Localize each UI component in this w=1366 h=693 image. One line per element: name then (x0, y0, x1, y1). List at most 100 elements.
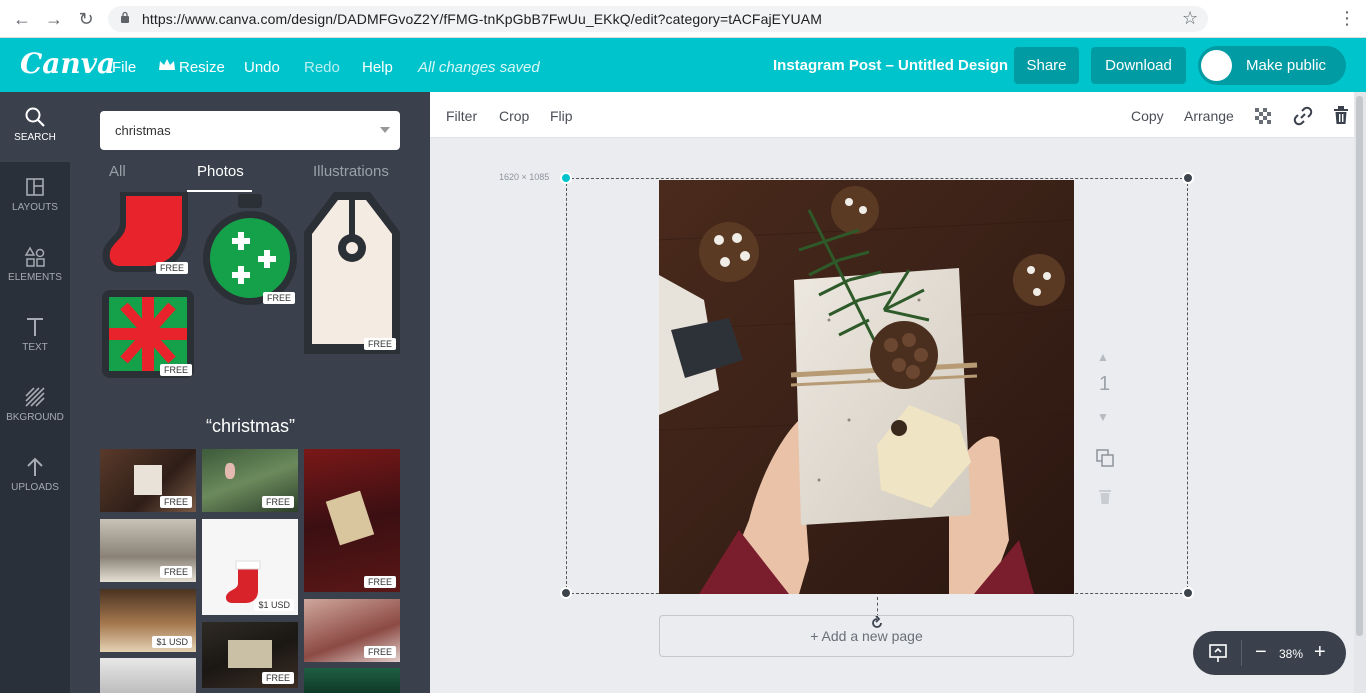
search-input-value[interactable]: christmas (115, 123, 171, 138)
toggle-knob[interactable] (1201, 50, 1232, 81)
canvas-photo[interactable] (658, 180, 1075, 594)
rail-search[interactable]: SEARCH (0, 92, 70, 162)
page-number: 1 (1099, 373, 1111, 395)
zoom-out-button[interactable]: − (1255, 641, 1267, 664)
text-icon (27, 318, 43, 336)
badge: FREE (363, 576, 396, 588)
crop-button[interactable]: Crop (499, 108, 529, 124)
illustration-gift-tag[interactable]: FREE (304, 192, 400, 354)
save-status: All changes saved (418, 59, 540, 76)
element-dimensions: 1620 × 1085 (499, 172, 550, 182)
back-icon[interactable]: ← (12, 9, 32, 29)
illustration-ornament[interactable]: FREE (202, 192, 299, 308)
zoom-separator (1241, 640, 1242, 666)
resize-handle-top-left[interactable] (560, 172, 572, 184)
rail-uploads[interactable]: UPLOADS (0, 442, 70, 512)
ornament-shape (225, 463, 235, 479)
uploads-icon (27, 457, 43, 476)
resize-handle-bottom-right[interactable] (1182, 587, 1194, 599)
tab-illustrations[interactable]: Illustrations (313, 163, 389, 180)
duplicate-page-icon[interactable] (1095, 448, 1115, 468)
tab-photos[interactable]: Photos (197, 163, 244, 180)
gift-photo (658, 180, 1075, 594)
photo-thumb[interactable]: $1 USD (202, 519, 298, 615)
illustration-stocking[interactable]: FREE (100, 192, 192, 278)
photo-thumb[interactable] (100, 658, 196, 693)
card-shape (325, 490, 375, 546)
badge: FREE (159, 566, 192, 578)
link-icon[interactable] (1293, 106, 1313, 126)
zoom-in-button[interactable]: + (1314, 641, 1326, 664)
copy-button[interactable]: Copy (1131, 108, 1164, 124)
menu-undo[interactable]: Undo (244, 59, 280, 76)
move-page-up-icon[interactable]: ▲ (1097, 350, 1109, 364)
rail-search-label: SEARCH (14, 132, 56, 143)
photo-thumb[interactable]: FREE (100, 449, 196, 512)
menu-resize[interactable]: Resize (179, 59, 225, 76)
photo-thumb[interactable]: $1 USD (100, 589, 196, 652)
present-icon[interactable] (1208, 643, 1228, 663)
ornament-illustration (203, 194, 297, 305)
badge: FREE (262, 292, 295, 304)
photo-thumb[interactable]: FREE (100, 519, 196, 582)
move-page-down-icon[interactable]: ▼ (1097, 410, 1109, 424)
reload-icon[interactable]: ↻ (76, 9, 96, 29)
canva-logo[interactable]: Canva (20, 47, 115, 80)
rail-background[interactable]: BKGROUND (0, 372, 70, 442)
zoom-level[interactable]: 38% (1279, 647, 1303, 661)
photo-thumb[interactable]: FREE (304, 599, 400, 662)
share-button[interactable]: Share (1014, 47, 1079, 84)
badge: FREE (159, 496, 192, 508)
make-public-toggle[interactable]: Make public (1198, 46, 1346, 85)
bookmark-star-icon[interactable]: ☆ (1182, 8, 1198, 29)
browser-menu-icon[interactable]: ⋮ (1338, 8, 1356, 29)
background-icon (25, 387, 45, 407)
scrollbar-thumb[interactable] (1356, 96, 1363, 636)
transparency-icon[interactable] (1255, 108, 1271, 124)
flip-button[interactable]: Flip (550, 108, 573, 124)
gift-shape (134, 465, 162, 495)
badge: FREE (261, 496, 294, 508)
filter-button[interactable]: Filter (446, 108, 477, 124)
rail-background-label: BKGROUND (6, 412, 64, 423)
photo-thumb[interactable]: FREE (304, 449, 400, 592)
menu-redo[interactable]: Redo (304, 59, 340, 76)
tab-all[interactable]: All (109, 163, 126, 180)
arrange-button[interactable]: Arrange (1184, 108, 1234, 124)
photo-thumb[interactable]: FREE (202, 449, 298, 512)
menu-file[interactable]: File (112, 59, 136, 76)
trash-icon[interactable] (1333, 106, 1349, 125)
add-new-page-button[interactable]: + Add a new page (659, 615, 1074, 657)
badge: FREE (363, 646, 396, 658)
menu-help[interactable]: Help (362, 59, 393, 76)
rail-layouts-label: LAYOUTS (12, 202, 58, 213)
download-button[interactable]: Download (1091, 47, 1186, 84)
lock-icon (121, 11, 129, 23)
gift-tag-illustration (304, 192, 400, 354)
resize-handle-bottom-left[interactable] (560, 587, 572, 599)
layouts-icon (26, 178, 44, 196)
photo-thumb[interactable]: FREE (202, 622, 298, 688)
illustration-gift-box[interactable]: FREE (100, 288, 196, 380)
rotate-guide (877, 597, 878, 617)
rail-elements[interactable]: ELEMENTS (0, 232, 70, 302)
delete-page-icon[interactable] (1098, 488, 1112, 505)
url-text[interactable]: https://www.canva.com/design/DADMFGvoZ2Y… (142, 11, 822, 27)
search-dropdown-caret-icon[interactable] (380, 127, 390, 133)
badge: FREE (155, 262, 188, 274)
design-title[interactable]: Instagram Post – Untitled Design (773, 57, 1008, 74)
forward-icon[interactable]: → (44, 9, 64, 29)
rail-uploads-label: UPLOADS (11, 482, 59, 493)
results-heading: “christmas” (206, 416, 295, 436)
crown-icon (159, 59, 175, 70)
rail-layouts[interactable]: LAYOUTS (0, 162, 70, 232)
search-icon (25, 107, 45, 127)
rail-text[interactable]: TEXT (0, 302, 70, 372)
photo-thumb[interactable] (304, 668, 400, 693)
rail-elements-label: ELEMENTS (8, 272, 62, 283)
badge: $1 USD (152, 636, 192, 648)
resize-handle-top-right[interactable] (1182, 172, 1194, 184)
badge: FREE (159, 364, 192, 376)
badge: FREE (261, 672, 294, 684)
rail-text-label: TEXT (22, 342, 48, 353)
